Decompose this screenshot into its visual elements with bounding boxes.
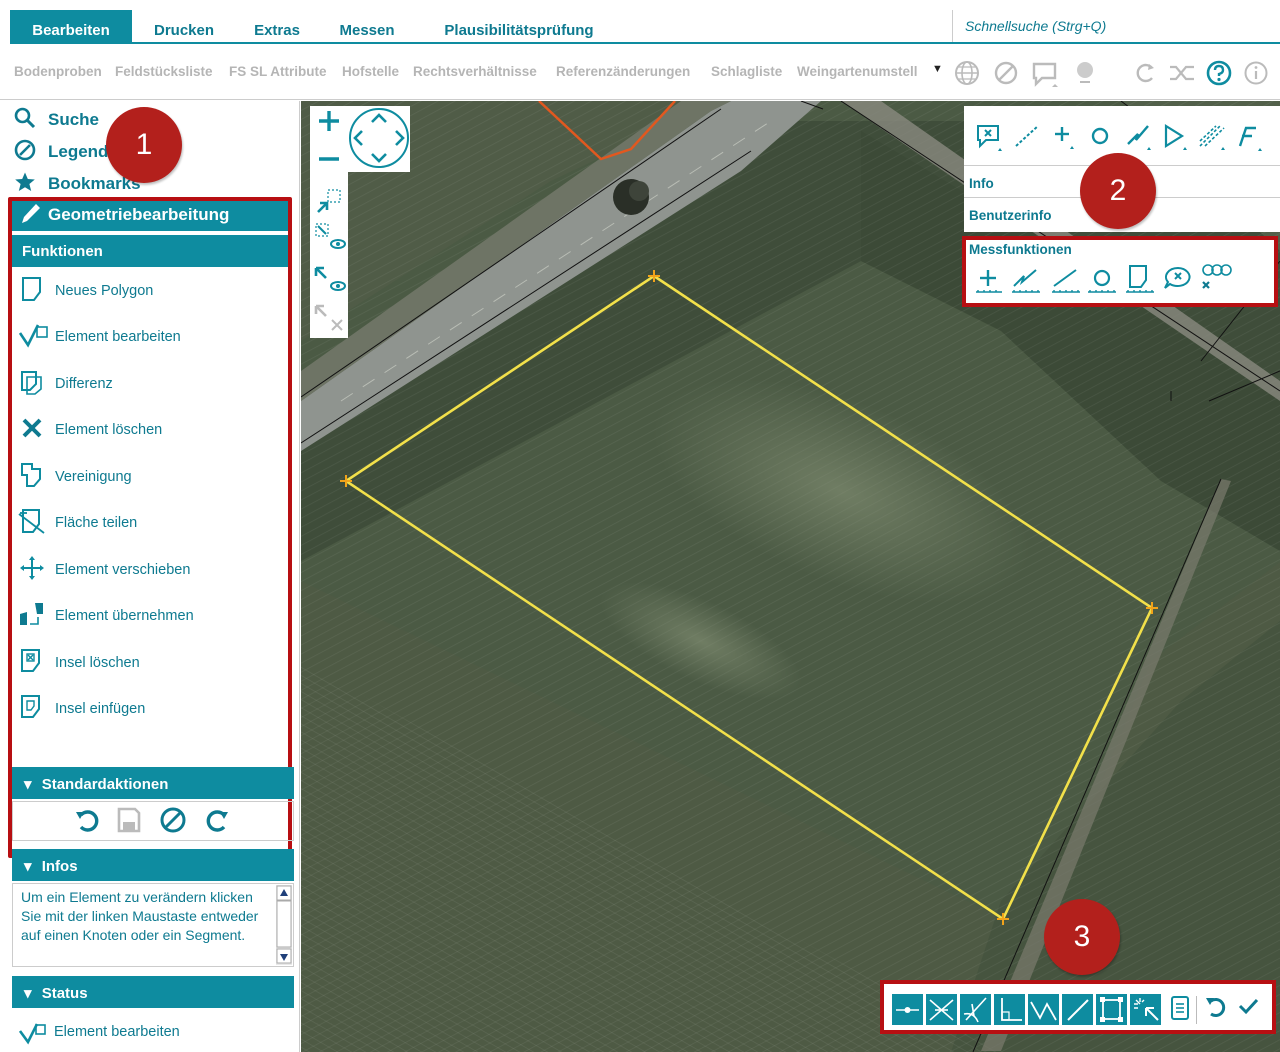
- save-icon[interactable]: [113, 804, 145, 836]
- edit-element-icon: [18, 1021, 50, 1050]
- standard-actions-title: Standardaktionen: [41, 776, 169, 793]
- sub-item-referenzaenderungen[interactable]: Referenzänderungen: [556, 64, 690, 79]
- collapse-arrow-icon: ▾: [24, 776, 32, 793]
- cancel-icon[interactable]: [157, 804, 189, 836]
- highlight-box-1: [8, 197, 292, 858]
- globe-icon[interactable]: [954, 60, 980, 86]
- zoom-out-icon[interactable]: [316, 152, 342, 171]
- map-tool-column: [310, 172, 348, 338]
- tab-plausibilitaetspruefung[interactable]: Plausibilitätsprüfung: [424, 10, 614, 42]
- accordion-label-suche: Suche: [48, 110, 100, 129]
- map-navigation-control: [310, 106, 410, 172]
- help-icon[interactable]: [1206, 60, 1232, 86]
- buffer-icon[interactable]: [1196, 122, 1228, 155]
- infos-title: Infos: [41, 858, 78, 875]
- tab-drucken[interactable]: Drucken: [140, 10, 228, 42]
- sub-item-weingartenumstell[interactable]: Weingartenumstell: [797, 64, 918, 79]
- quick-search-input[interactable]: Schnellsuche (Strg+Q): [952, 10, 1280, 42]
- sub-item-rechtsverhaeltnisse[interactable]: Rechtsverhältnisse: [413, 64, 537, 79]
- status-text: Element bearbeiten: [54, 1024, 180, 1040]
- identify-icon[interactable]: [974, 122, 1006, 157]
- status-title: Status: [41, 985, 88, 1002]
- app-window: { "menu": { "tabs": [ {"label": "Bearbei…: [0, 0, 1280, 1052]
- star-icon: [14, 171, 36, 199]
- info-text: Um ein Element zu verändern klicken Sie …: [21, 889, 259, 943]
- collapse-arrow-icon: ▾: [24, 858, 32, 875]
- standard-actions-header[interactable]: ▾ Standardaktionen: [12, 767, 294, 799]
- highlight-box-2: [962, 236, 1278, 307]
- sub-toolbar: Bodenproben Feldstücksliste FS SL Attrib…: [0, 46, 1280, 100]
- collapse-arrow-icon: ▾: [24, 985, 32, 1002]
- userinfo-label: Benutzerinfo: [969, 208, 1052, 223]
- info-icon[interactable]: [1243, 60, 1269, 86]
- info-label: Info: [969, 176, 994, 191]
- search-icon: [14, 107, 36, 135]
- highlight-box-3: [880, 980, 1276, 1034]
- sub-item-feldstuecksliste[interactable]: Feldstücksliste: [115, 64, 213, 79]
- select-view-icon[interactable]: [314, 222, 346, 263]
- redo-icon[interactable]: [201, 804, 233, 836]
- comment-icon[interactable]: [1031, 60, 1058, 87]
- compass-icon: [14, 139, 36, 167]
- circle-icon[interactable]: [1088, 124, 1112, 153]
- map-pin-icon[interactable]: [1072, 60, 1098, 86]
- callout-badge-3: 3: [1044, 899, 1120, 975]
- status-header[interactable]: ▾ Status: [12, 976, 294, 1008]
- main-menu-bar: Bearbeiten Drucken Extras Messen Plausib…: [10, 10, 1280, 44]
- callout-badge-2: 2: [1080, 153, 1156, 229]
- tab-extras[interactable]: Extras: [242, 10, 312, 42]
- zoom-in-icon[interactable]: [316, 108, 342, 139]
- undo-icon[interactable]: [71, 804, 103, 836]
- sub-item-fs-sl-attribute[interactable]: FS SL Attribute: [229, 64, 327, 79]
- redo-icon[interactable]: [1132, 60, 1158, 86]
- tab-bearbeiten[interactable]: Bearbeiten: [10, 10, 132, 42]
- point-icon[interactable]: [1052, 122, 1080, 155]
- sub-item-schlagliste[interactable]: Schlagliste: [711, 64, 782, 79]
- callout-badge-1: 1: [106, 107, 182, 183]
- measure-line-icon[interactable]: [1012, 122, 1044, 155]
- standard-actions-bar: [12, 801, 294, 841]
- left-sidebar: Suche Legende Bookmarks Geometriebearbei…: [0, 101, 300, 1052]
- polyline-icon[interactable]: [1124, 122, 1156, 155]
- freehand-icon[interactable]: [1232, 122, 1268, 157]
- shuffle-icon[interactable]: [1168, 60, 1194, 86]
- info-scrollbar[interactable]: [276, 885, 292, 965]
- clear-selection-icon[interactable]: [312, 302, 346, 339]
- infos-header[interactable]: ▾ Infos: [12, 849, 294, 881]
- pan-control-icon[interactable]: [348, 106, 410, 175]
- sub-item-hofstelle[interactable]: Hofstelle: [342, 64, 399, 79]
- sub-item-bodenproben[interactable]: Bodenproben: [14, 64, 102, 79]
- tab-messen[interactable]: Messen: [330, 10, 404, 42]
- info-box: Um ein Element zu verändern klicken Sie …: [12, 883, 294, 967]
- polygon-icon[interactable]: [1160, 122, 1192, 155]
- select-rectangle-icon[interactable]: [314, 186, 344, 221]
- overflow-arrow-icon[interactable]: ▼: [932, 63, 943, 75]
- back-view-icon[interactable]: [312, 264, 346, 305]
- status-item: Element bearbeiten: [14, 1019, 284, 1049]
- block-icon[interactable]: [993, 60, 1019, 86]
